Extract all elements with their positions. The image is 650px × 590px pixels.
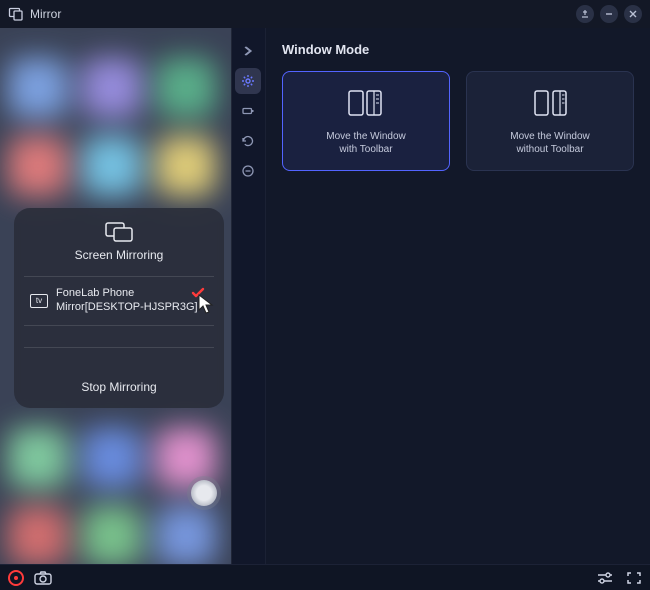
card-without-toolbar[interactable]: Move the Window without Toolbar <box>466 71 634 171</box>
titlebar: Mirror <box>0 0 650 28</box>
screen-mirroring-icon <box>105 222 133 242</box>
record-button[interactable] <box>8 570 24 586</box>
card-without-toolbar-label: Move the Window without Toolbar <box>510 130 589 156</box>
card-with-toolbar-label: Move the Window with Toolbar <box>326 130 405 156</box>
app-title: Mirror <box>30 7 61 21</box>
main-area: Screen Mirroring tv FoneLab Phone Mirror… <box>0 28 650 564</box>
screen-mirroring-title: Screen Mirroring <box>75 248 164 262</box>
close-button[interactable] <box>624 5 642 23</box>
stop-mirroring-button[interactable]: Stop Mirroring <box>24 368 214 408</box>
with-toolbar-icon <box>339 86 393 120</box>
rail-battery-button[interactable] <box>235 98 261 124</box>
assistive-touch-icon[interactable] <box>191 480 217 506</box>
mouse-cursor-icon <box>196 293 216 315</box>
rail-collapse-button[interactable] <box>235 38 261 64</box>
card-with-toolbar[interactable]: Move the Window with Toolbar <box>282 71 450 171</box>
pin-button[interactable] <box>576 5 594 23</box>
mirror-preview-pane: Screen Mirroring tv FoneLab Phone Mirror… <box>0 28 231 564</box>
bottom-toolbar <box>0 564 650 590</box>
settings-icon-rail <box>232 28 265 564</box>
tv-icon: tv <box>30 294 48 308</box>
stop-mirroring-label: Stop Mirroring <box>81 380 156 394</box>
rail-history-button[interactable] <box>235 128 261 154</box>
screenshot-button[interactable] <box>34 571 52 585</box>
without-toolbar-icon <box>523 86 577 120</box>
minimize-button[interactable] <box>600 5 618 23</box>
empty-device-slot <box>24 326 214 348</box>
app-mirror-icon <box>8 6 24 22</box>
fullscreen-button[interactable] <box>626 571 642 585</box>
settings-panel: Window Mode Move the Window with Toolbar <box>265 28 650 564</box>
settings-sliders-button[interactable] <box>596 571 614 585</box>
window-mode-cards: Move the Window with Toolbar Move the Wi… <box>282 71 634 171</box>
screen-mirroring-overlay: Screen Mirroring tv FoneLab Phone Mirror… <box>14 208 224 408</box>
rail-remove-button[interactable] <box>235 158 261 184</box>
device-name-label: FoneLab Phone Mirror[DESKTOP-HJSPR3G] <box>56 287 208 315</box>
section-title: Window Mode <box>282 42 634 57</box>
rail-settings-button[interactable] <box>235 68 261 94</box>
mirroring-device-row[interactable]: tv FoneLab Phone Mirror[DESKTOP-HJSPR3G] <box>24 276 214 326</box>
